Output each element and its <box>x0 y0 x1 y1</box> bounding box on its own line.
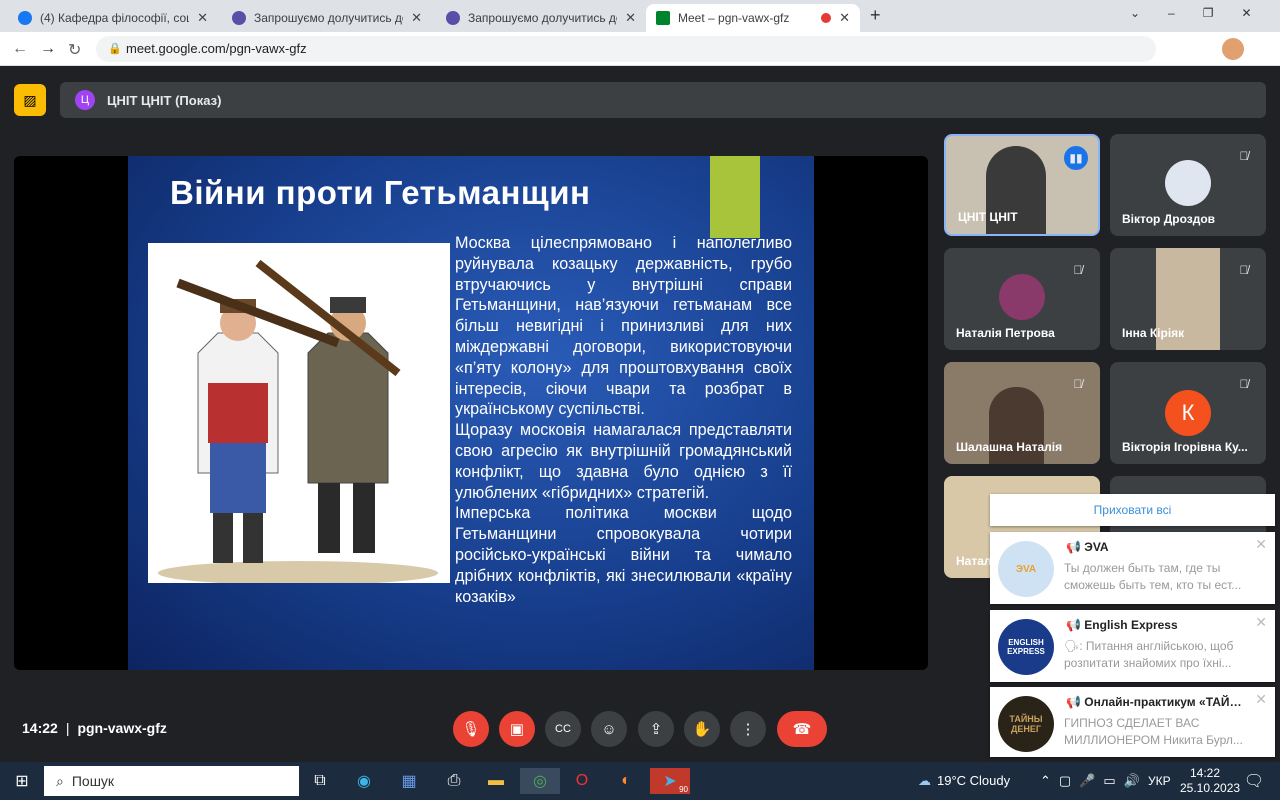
slide-paragraph: Москва цілеспрямовано і наполегливо руйн… <box>455 234 792 419</box>
notification-avatar: ЭVA <box>998 541 1054 597</box>
meet-icon <box>656 11 670 25</box>
close-tab-icon[interactable]: ✕ <box>411 10 422 26</box>
mic-off-icon: 🎙̸ <box>1073 377 1083 391</box>
firefox-icon[interactable]: ◐ <box>612 768 640 794</box>
forward-icon[interactable]: → <box>40 40 56 58</box>
tab-meet[interactable]: Meet – pgn-vawx-gfz ✕ <box>646 4 860 32</box>
participant-avatar <box>999 274 1045 320</box>
start-icon[interactable]: ⊞ <box>8 768 36 794</box>
raise-hand-button[interactable]: ✋ <box>684 711 720 747</box>
slide-title: Війни проти Гетьманщин <box>170 174 591 211</box>
cloud-icon: ☁ <box>918 773 931 788</box>
stop-presenting-icon[interactable]: ▨ <box>14 84 46 116</box>
mic-off-icon: 🎙̸ <box>1239 263 1249 277</box>
camera-off-button[interactable]: ▣ <box>499 711 535 747</box>
opera-icon[interactable]: O <box>568 768 596 794</box>
mic-off-button[interactable]: 🎙 <box>453 711 489 747</box>
slide-paragraph: Щоразу московія намагалася представляти … <box>455 421 792 502</box>
lock-icon: 🔒 <box>108 43 122 55</box>
present-button[interactable]: ⇪ <box>638 711 674 747</box>
tab-invite-1[interactable]: Запрошуємо долучитись до за✕ <box>222 4 432 32</box>
tab-invite-2[interactable]: Запрошуємо долучитись до за✕ <box>436 4 646 32</box>
participant-tile[interactable]: 🎙̸ Віктор Дроздов <box>1110 134 1266 236</box>
facebook-icon <box>18 11 32 25</box>
weather[interactable]: ☁ 19°C Cloudy <box>918 773 1010 789</box>
presenter-bar: Ц ЦНІТ ЦНІТ (Показ) <box>60 82 1266 118</box>
emoji-button[interactable]: ☺ <box>591 711 627 747</box>
presenter-avatar: Ц <box>75 90 95 110</box>
file-explorer-icon[interactable]: ▬ <box>482 768 510 794</box>
participant-tile[interactable]: 🎙̸ Шалашна Наталія <box>944 362 1100 464</box>
profile-avatar[interactable] <box>1222 38 1244 60</box>
tray-icons[interactable]: ⌃▢🎤▭🔊 <box>1040 773 1148 789</box>
new-tab-button[interactable]: + <box>870 5 881 26</box>
leave-call-button[interactable]: ☎ <box>777 711 827 747</box>
clock[interactable]: 14:22 25.10.2023 <box>1180 766 1240 796</box>
url-input[interactable]: 🔒 meet.google.com/pgn-vawx-gfz <box>96 36 1156 62</box>
address-bar-row: ← → ↻ 🔒 meet.google.com/pgn-vawx-gfz <box>0 32 1280 66</box>
tab-facebook[interactable]: (4) Кафедра філософії, соціолог✕ <box>8 4 218 32</box>
notification-center-icon[interactable]: 🗨 <box>1240 768 1268 794</box>
notification[interactable]: ENGLISH EXPRESS 📢 English Express 🗣: Питан… <box>990 610 1275 682</box>
close-tab-icon[interactable]: ✕ <box>839 10 850 26</box>
slide: Війни проти Гетьманщин Москва цілеспрямо… <box>128 156 814 670</box>
site-icon <box>446 11 460 25</box>
notification-avatar: ENGLISH EXPRESS <box>998 619 1054 675</box>
slide-body: Москва цілеспрямовано і наполегливо руйн… <box>455 233 792 607</box>
back-icon[interactable]: ← <box>12 40 28 58</box>
participant-tile[interactable]: К 🎙̸ Вікторія Ігорівна Ку... <box>1110 362 1266 464</box>
cossacks-illustration <box>148 243 450 583</box>
participant-avatar: К <box>1165 390 1211 436</box>
notification[interactable]: ЭVA 📢 ЭVA Ты должен быть там, где ты сможе… <box>990 532 1275 604</box>
speaking-icon: ▮▮ <box>1064 146 1088 170</box>
search-icon: ⌕ <box>56 772 64 789</box>
edge-icon[interactable]: ◉ <box>350 768 378 794</box>
participant-tile[interactable]: 🎙̸ Наталія Петрова <box>944 248 1100 350</box>
recording-icon <box>821 13 832 23</box>
close-icon[interactable]: ✕ <box>1255 536 1267 553</box>
slide-paragraph: Імперська політика москви щодо Гетьманщи… <box>455 504 792 606</box>
presentation-view: Війни проти Гетьманщин Москва цілеспрямо… <box>14 156 928 670</box>
tab-strip: (4) Кафедра філософії, соціолог✕ Запрошу… <box>0 0 1280 32</box>
window-controls[interactable]: ⌄–❐✕ <box>1130 6 1280 20</box>
taskbar-search[interactable]: ⌕ Пошук <box>44 766 299 796</box>
participant-tile[interactable]: ▮▮ ЦНІТ ЦНІТ <box>944 134 1100 236</box>
close-tab-icon[interactable]: ✕ <box>625 10 636 26</box>
reload-icon[interactable]: ↻ <box>68 40 81 60</box>
telegram-icon[interactable]: ➤ 90 <box>650 768 690 794</box>
chrome-icon[interactable]: ◎ <box>520 768 560 794</box>
mic-off-icon: 🎙̸ <box>1239 377 1249 391</box>
taskbar: ⊞ ⌕ Пошук ⧉ ◉ ▦ ⎙ ▬ ◎ O ◐ ➤ 90 ☁ 19°C Cloud… <box>0 762 1280 800</box>
app-icon[interactable]: ▦ <box>395 768 423 794</box>
meeting-info: 14:22 | pgn-vawx-gfz <box>22 720 167 736</box>
meeting-controls-bar: 14:22 | pgn-vawx-gfz 🎙 ▣ CC ☺ ⇪ ✋ ⋮ ☎ <box>0 700 1280 762</box>
participant-avatar <box>1165 160 1211 206</box>
mic-off-icon: 🎙̸ <box>1073 263 1083 277</box>
hide-all-notifications-button[interactable]: Приховати всі <box>990 494 1275 526</box>
input-language[interactable]: УКР <box>1148 774 1171 788</box>
more-options-button[interactable]: ⋮ <box>730 711 766 747</box>
captions-button[interactable]: CC <box>545 711 581 747</box>
close-tab-icon[interactable]: ✕ <box>197 10 208 26</box>
participant-tile[interactable]: 🎙̸ Інна Кіріяк <box>1110 248 1266 350</box>
printer-icon[interactable]: ⎙ <box>440 768 468 794</box>
slide-accent-box <box>710 156 760 238</box>
close-icon[interactable]: ✕ <box>1255 614 1267 631</box>
site-icon <box>232 11 246 25</box>
mic-off-icon: 🎙̸ <box>1239 149 1249 163</box>
task-view-icon[interactable]: ⧉ <box>306 768 334 794</box>
